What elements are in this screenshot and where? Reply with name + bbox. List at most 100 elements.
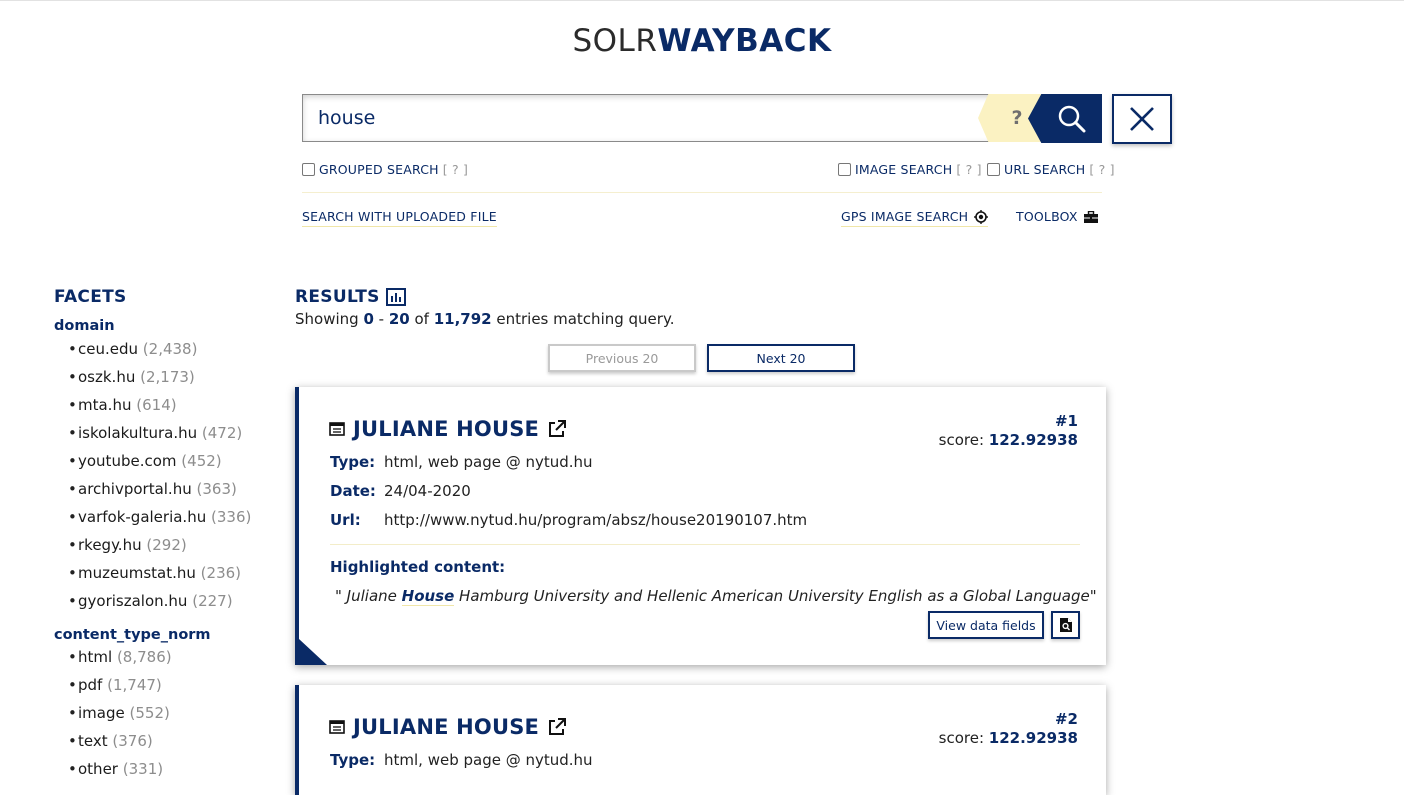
facet-item[interactable]: text (376) (54, 727, 274, 755)
result-number: #1 (1054, 412, 1078, 430)
logo[interactable]: SOLRWAYBACK (0, 23, 1404, 59)
facet-item[interactable]: ceu.edu (2,438) (54, 335, 274, 363)
showing-prefix: Showing (295, 310, 364, 328)
facet-item[interactable]: image (552) (54, 699, 274, 727)
facet-item[interactable]: gyoriszalon.hu (227) (54, 587, 274, 615)
facet-item[interactable]: rkegy.hu (292) (54, 531, 274, 559)
image-search-checkbox[interactable] (838, 163, 851, 176)
facet-count: (336) (211, 508, 252, 526)
facet-name: gyoriszalon.hu (78, 592, 188, 610)
result-number: #2 (1054, 710, 1078, 728)
bar-chart-icon[interactable] (385, 288, 406, 306)
facet-count: (236) (200, 564, 242, 582)
image-search-label: IMAGE SEARCH (855, 162, 953, 177)
toolbox-link[interactable]: TOOLBOX (1016, 209, 1098, 226)
facet-name: archivportal.hu (78, 480, 192, 498)
result-title[interactable]: JULIANE HOUSE (329, 715, 567, 739)
highlight-post: Hamburg University and Hellenic American… (454, 587, 1090, 605)
previous-page-button[interactable]: Previous 20 (548, 344, 696, 372)
type-value: html, web page @ nytud.hu (384, 751, 593, 769)
facet-item[interactable]: pdf (1,747) (54, 671, 274, 699)
facet-name: rkegy.hu (78, 536, 142, 554)
view-data-fields-label: View data fields (936, 617, 1036, 633)
grouped-search-option[interactable]: GROUPED SEARCH [ ? ] (302, 162, 468, 177)
image-search-option[interactable]: IMAGE SEARCH [ ? ] (838, 162, 982, 177)
date-label: Date: (330, 482, 376, 500)
facet-count: (452) (181, 452, 222, 470)
type-label: Type: (330, 453, 376, 471)
url-label: Url: (330, 511, 361, 529)
facet-name: other (78, 760, 118, 778)
search-input[interactable] (303, 95, 963, 141)
card-divider (330, 544, 1080, 545)
external-link-icon[interactable] (547, 419, 567, 439)
facet-item[interactable]: mta.hu (614) (54, 391, 274, 419)
facet-name: iskolakultura.hu (78, 424, 198, 442)
range-sep: - (373, 310, 389, 328)
previous-page-label: Previous 20 (585, 350, 659, 366)
facets-title: FACETS (54, 287, 127, 307)
facet-item[interactable]: other (331) (54, 755, 274, 783)
url-value[interactable]: http://www.nytud.hu/program/absz/house20… (384, 511, 807, 529)
result-title-text: JULIANE HOUSE (353, 715, 540, 739)
facet-item[interactable]: iskolakultura.hu (472) (54, 419, 274, 447)
url-search-label: URL SEARCH (1004, 162, 1086, 177)
facet-item[interactable]: muzeumstat.hu (236) (54, 559, 274, 587)
grouped-search-checkbox[interactable] (302, 163, 315, 176)
facet-name: youtube.com (78, 452, 177, 470)
result-title[interactable]: JULIANE HOUSE (329, 417, 567, 441)
next-page-button[interactable]: Next 20 (707, 344, 855, 372)
search-icon (1058, 105, 1086, 132)
facet-name: muzeumstat.hu (78, 564, 196, 582)
facet-item[interactable]: oszk.hu (2,173) (54, 363, 274, 391)
facet-count: (2,173) (140, 368, 195, 386)
search-button[interactable] (1028, 94, 1102, 143)
grouped-search-help[interactable]: [ ? ] (443, 162, 468, 177)
view-data-fields-button[interactable]: View data fields (928, 611, 1044, 639)
gps-image-search-link[interactable]: GPS IMAGE SEARCH (841, 209, 989, 227)
url-search-checkbox[interactable] (987, 163, 1000, 176)
type-row: Type: html, web page @ nytud.hu (330, 453, 593, 471)
facet-name: pdf (78, 676, 103, 694)
clear-search-button[interactable] (1112, 94, 1172, 144)
file-search-icon (1059, 618, 1072, 632)
facet-item[interactable]: archivportal.hu (363) (54, 475, 274, 503)
url-search-help[interactable]: [ ? ] (1089, 162, 1114, 177)
preview-button[interactable] (1051, 611, 1080, 639)
facet-name: ceu.edu (78, 340, 139, 358)
result-score: score: 122.92938 (939, 431, 1078, 449)
result-card: JULIANE HOUSE #1 score: 122.92938 Type: h… (295, 387, 1106, 665)
result-title-text: JULIANE HOUSE (353, 417, 540, 441)
facet-count: (472) (201, 424, 243, 442)
highlight-close-quote: " (1089, 587, 1097, 605)
close-icon (1130, 107, 1154, 131)
range-start: 0 (363, 310, 374, 328)
grouped-search-label: GROUPED SEARCH (319, 162, 439, 177)
gps-image-search-label: GPS IMAGE SEARCH (841, 209, 969, 224)
facet-name: html (78, 648, 113, 666)
facets-panel: FACETS domain ceu.edu (2,438) oszk.hu (2… (54, 287, 274, 783)
facet-count: (2,438) (142, 340, 198, 358)
crosshair-icon (974, 209, 989, 224)
of-text: of (409, 310, 434, 328)
upload-search-label: SEARCH WITH UPLOADED FILE (302, 209, 497, 224)
facet-name: image (78, 704, 125, 722)
highlight-pre: Juliane (346, 587, 402, 605)
url-search-option[interactable]: URL SEARCH [ ? ] (987, 162, 1115, 177)
facet-item[interactable]: html (8,786) (54, 643, 274, 671)
facet-name: oszk.hu (78, 368, 136, 386)
image-search-help[interactable]: [ ? ] (956, 162, 981, 177)
total-count: 11,792 (433, 310, 492, 328)
results-title: RESULTS (295, 287, 406, 307)
range-end: 20 (388, 310, 410, 328)
highlight-label: Highlighted content: (330, 558, 506, 576)
external-link-icon[interactable] (547, 717, 567, 737)
results-summary: Showing 0 - 20 of 11,792 entries matchin… (295, 310, 674, 328)
facet-item[interactable]: youtube.com (452) (54, 447, 274, 475)
upload-search-link[interactable]: SEARCH WITH UPLOADED FILE (302, 209, 497, 227)
results-title-text: RESULTS (295, 287, 380, 307)
url-row: Url: http://www.nytud.hu/program/absz/hou… (330, 511, 807, 529)
logo-part-solr: SOLR (572, 23, 658, 59)
facet-item[interactable]: varfok-galeria.hu (336) (54, 503, 274, 531)
score-value: 122.92938 (988, 431, 1078, 449)
